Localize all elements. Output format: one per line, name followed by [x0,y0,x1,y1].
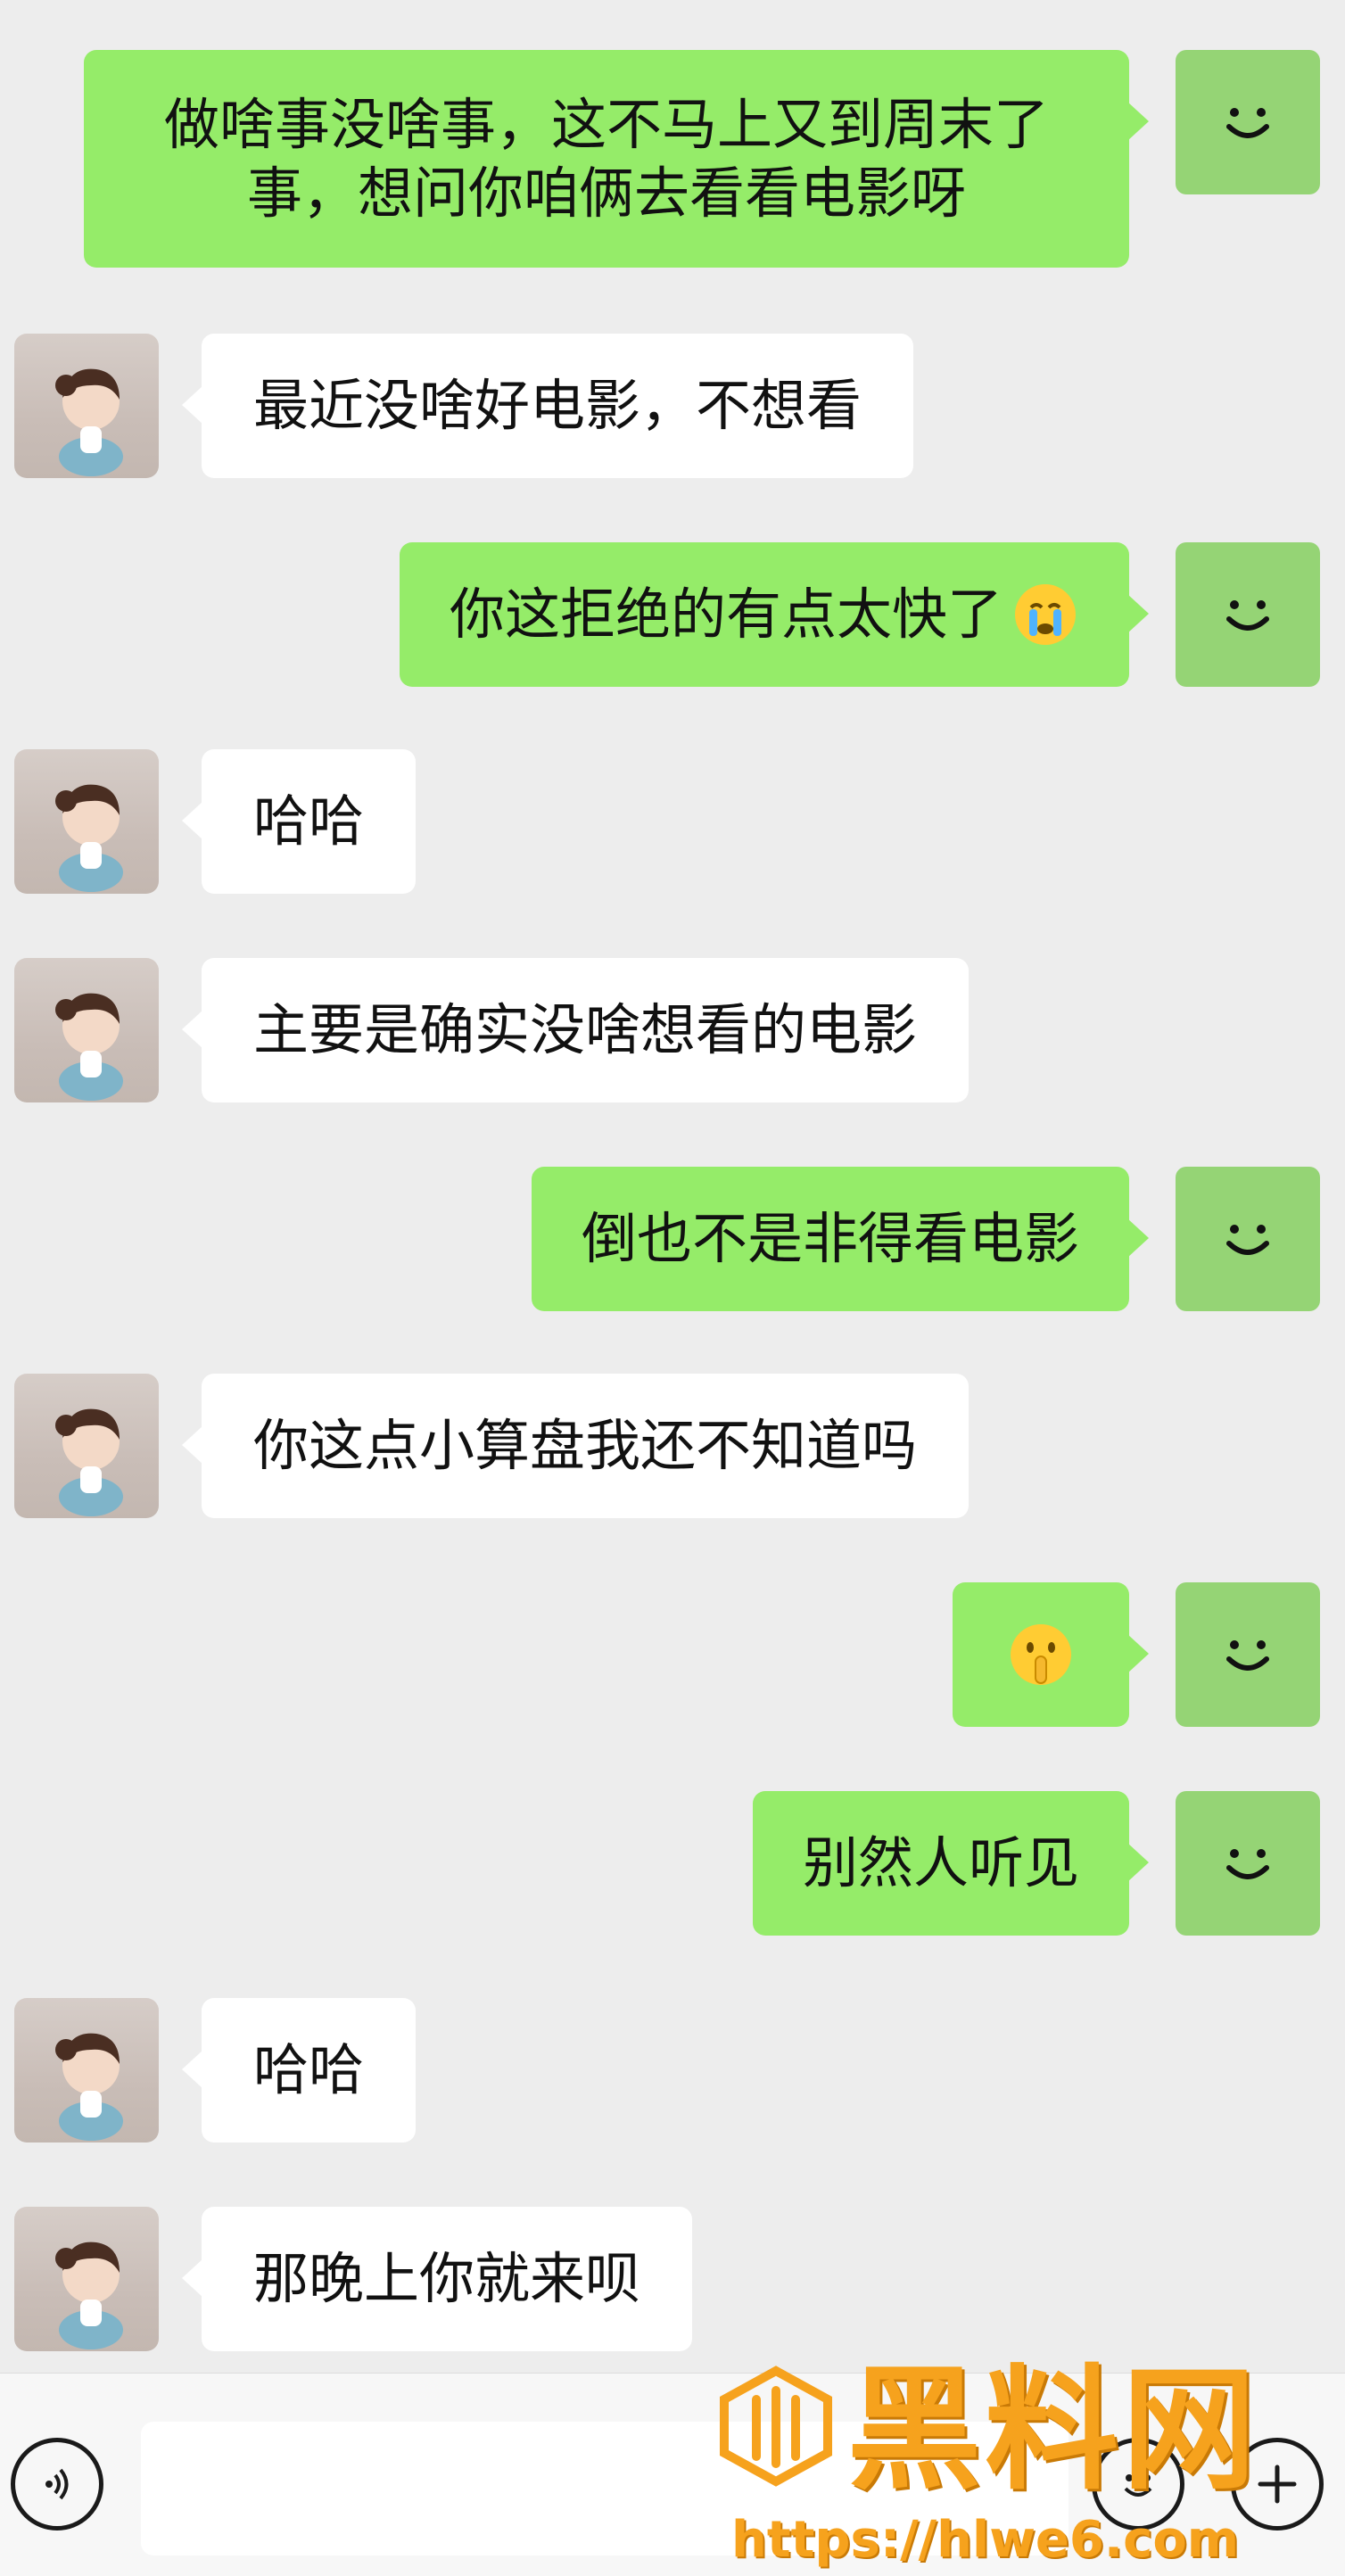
my-avatar[interactable] [1176,1167,1320,1311]
my-message-bubble[interactable]: 别然人听见 [752,1791,1150,1936]
message-text: 哈哈 [253,2037,365,2103]
my-avatar[interactable] [1176,542,1320,687]
her-avatar[interactable] [14,1998,159,2143]
my-avatar[interactable] [1176,50,1320,194]
message-text: 你这拒绝的有点太快了 [449,582,1003,648]
my-message-bubble[interactable]: 倒也不是非得看电影 [531,1167,1150,1311]
cartoon-girl-avatar-icon [55,2242,123,2349]
her-avatar[interactable] [14,2207,159,2351]
message-text: 哈哈 [253,788,365,855]
her-message-bubble[interactable]: 哈哈 [181,749,417,894]
crying-face-icon [1011,581,1079,648]
cartoon-girl-avatar-icon [55,2033,123,2141]
my-avatar[interactable] [1176,1582,1320,1727]
her-message-bubble[interactable]: 最近没啥好电影，不想看 [181,334,914,478]
plus-icon [1258,2465,1297,2504]
her-avatar[interactable] [14,958,159,1102]
smile-icon [1226,108,1269,138]
her-avatar[interactable] [14,749,159,894]
emoji-button[interactable] [1092,2438,1184,2531]
input-bar [0,2373,1345,2576]
her-message-bubble[interactable]: 哈哈 [181,1998,417,2143]
her-message-bubble[interactable]: 那晚上你就来呗 [181,2207,693,2351]
voice-button[interactable] [11,2438,103,2531]
message-text: 最近没啥好电影，不想看 [253,373,862,439]
cartoon-girl-avatar-icon [55,993,123,1101]
chat-area[interactable]: 做啥事没啥事，这不马上又到周末了 事，想问你咱俩去看看电影呀 最近没啥好电影，不… [0,0,1345,2373]
my-message-bubble[interactable]: 你这拒绝的有点太快了 [399,542,1150,687]
message-text-line: 事，想问你咱俩去看看电影呀 [246,161,966,226]
her-avatar[interactable] [14,1374,159,1518]
message-input[interactable] [141,2422,1069,2555]
smile-icon [1226,1640,1269,1671]
message-text: 你这点小算盘我还不知道吗 [253,1413,918,1479]
her-message-bubble[interactable]: 主要是确实没啥想看的电影 [181,958,970,1102]
message-text: 别然人听见 [802,1830,1079,1896]
cartoon-girl-avatar-icon [55,1408,123,1516]
voice-icon [45,2468,69,2500]
my-message-bubble[interactable] [953,1582,1149,1727]
plus-button[interactable] [1231,2438,1324,2531]
smile-icon [1226,600,1269,631]
shushing-face-icon [1007,1621,1075,1688]
her-avatar[interactable] [14,334,159,478]
message-text: 倒也不是非得看电影 [581,1206,1079,1272]
my-avatar[interactable] [1176,1791,1320,1936]
my-message-bubble[interactable]: 做啥事没啥事，这不马上又到周末了 事，想问你咱俩去看看电影呀 [84,50,1149,268]
message-text-line: 做啥事没啥事，这不马上又到周末了 [163,91,1049,157]
cartoon-girl-avatar-icon [55,784,123,892]
smile-icon [1226,1849,1269,1879]
her-message-bubble[interactable]: 你这点小算盘我还不知道吗 [181,1374,970,1518]
cartoon-girl-avatar-icon [55,368,123,476]
message-text: 主要是确实没啥想看的电影 [253,997,918,1063]
emoji-icon [1124,2474,1152,2497]
smile-icon [1226,1225,1269,1255]
message-text: 那晚上你就来呗 [253,2246,641,2312]
